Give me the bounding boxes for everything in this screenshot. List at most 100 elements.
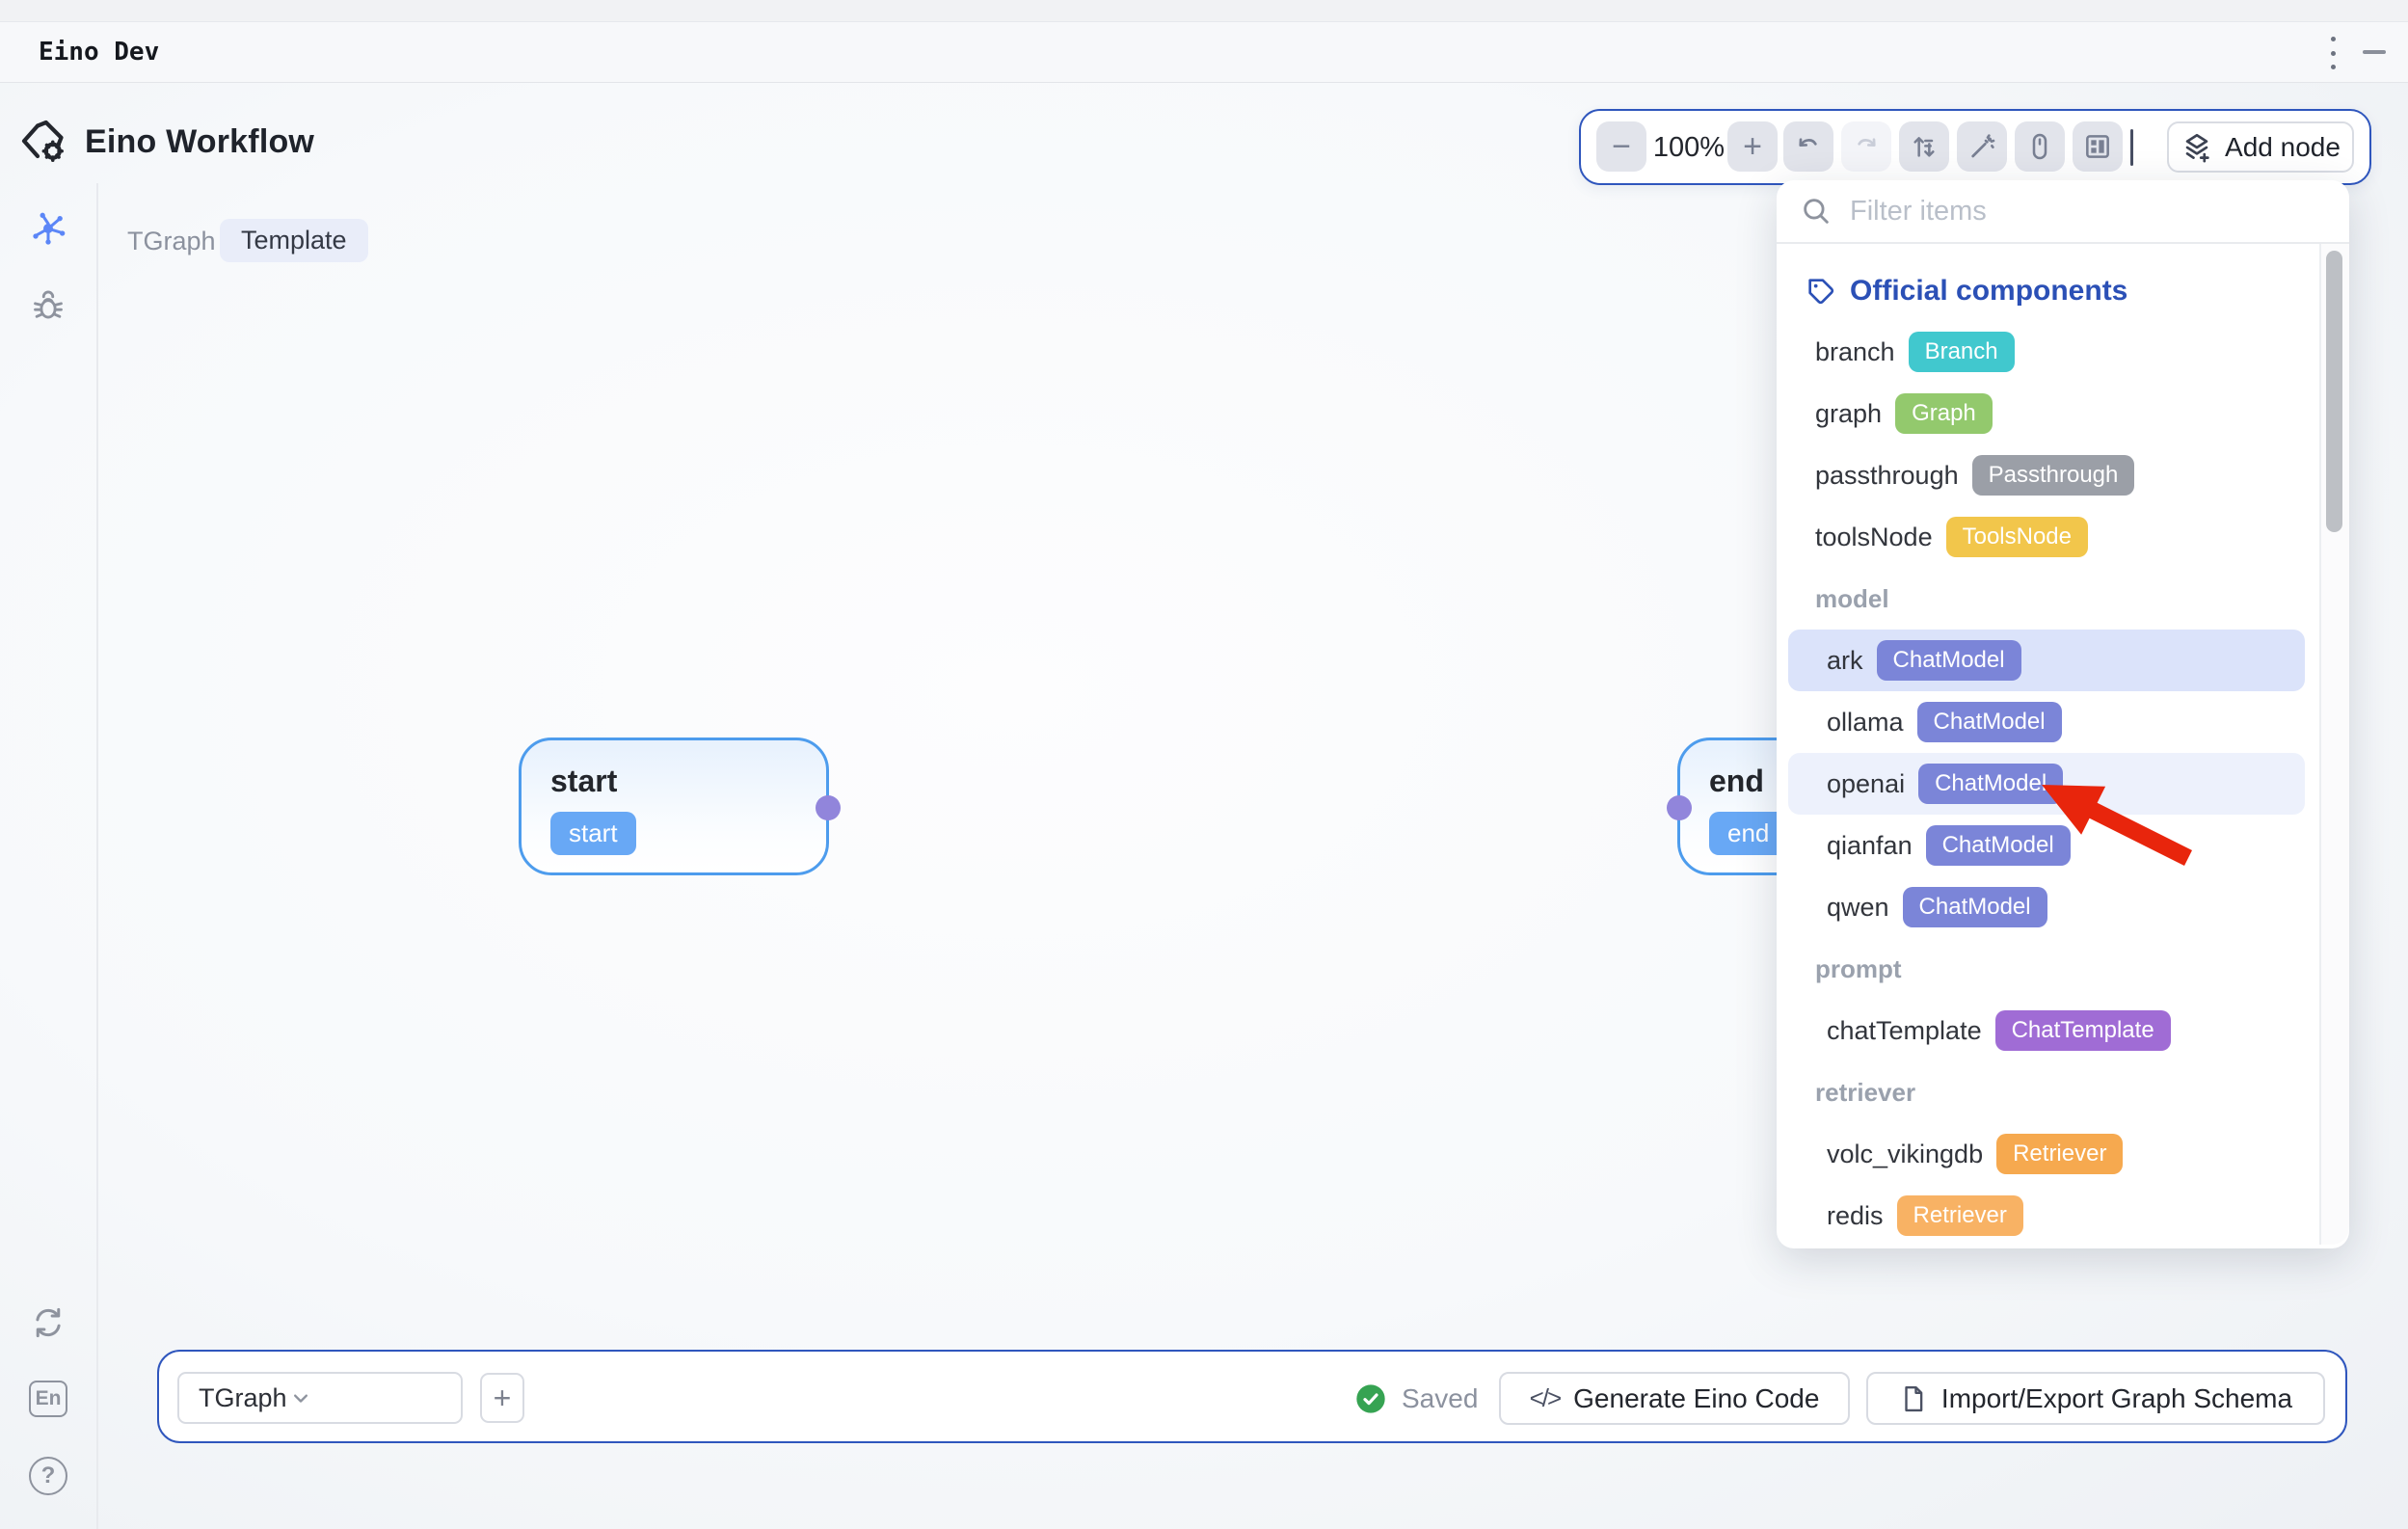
component-item-qianfan[interactable]: qianfan ChatModel xyxy=(1788,815,2305,876)
zoom-in-button[interactable]: + xyxy=(1727,121,1778,172)
component-label: chatTemplate xyxy=(1827,1016,1982,1046)
zoom-out-button[interactable]: − xyxy=(1596,121,1646,172)
component-label: toolsNode xyxy=(1815,523,1933,552)
saved-label: Saved xyxy=(1402,1383,1478,1414)
component-type-badge: Retriever xyxy=(1996,1134,2123,1174)
component-type-badge: ChatModel xyxy=(1877,640,2021,681)
component-label: passthrough xyxy=(1815,461,1959,491)
sidebar-item-refresh[interactable] xyxy=(27,1301,69,1344)
component-type-badge: Graph xyxy=(1895,393,1993,434)
toolbar-divider xyxy=(2130,129,2133,166)
component-item-volc_vikingdb[interactable]: volc_vikingdb Retriever xyxy=(1788,1123,2305,1185)
graph-select-value: TGraph xyxy=(199,1383,287,1413)
saved-check-icon xyxy=(1355,1383,1386,1414)
kebab-menu-icon[interactable] xyxy=(2325,37,2341,69)
language-en-icon: En xyxy=(29,1381,67,1417)
search-icon xyxy=(1800,195,1833,228)
component-label: ark xyxy=(1827,646,1863,676)
component-item-toolsNode[interactable]: toolsNode ToolsNode xyxy=(1788,506,2305,568)
sidebar-divider xyxy=(96,183,98,1529)
component-type-badge: ChatTemplate xyxy=(1995,1010,2171,1051)
section-label-prompt: prompt xyxy=(1777,938,2320,1000)
panel-scrollbar-track[interactable] xyxy=(2319,244,2349,1245)
component-label: openai xyxy=(1827,769,1905,799)
bottom-status-bar: TGraph + Saved </> Generate Eino Code Im… xyxy=(157,1350,2347,1443)
window-title: Eino Dev xyxy=(39,38,159,67)
node-title: end xyxy=(1709,764,1764,799)
sidebar-item-language[interactable]: En xyxy=(27,1378,69,1420)
page-title: Eino Workflow xyxy=(85,123,314,161)
official-components-header: Official components xyxy=(1777,261,2320,321)
component-item-passthrough[interactable]: passthrough Passthrough xyxy=(1788,444,2305,506)
component-item-ollama[interactable]: ollama ChatModel xyxy=(1788,691,2305,753)
add-node-panel: Official components branchBranch graph Gra… xyxy=(1777,180,2349,1248)
window-top-strip xyxy=(0,0,2408,22)
add-node-label: Add node xyxy=(2225,132,2341,163)
graph-select[interactable]: TGraph xyxy=(177,1372,463,1424)
chevron-down-icon xyxy=(287,1384,314,1411)
component-type-badge: ChatModel xyxy=(1917,702,2062,742)
component-item-graph[interactable]: graph Graph xyxy=(1788,383,2305,444)
component-label: qianfan xyxy=(1827,831,1913,861)
bug-icon xyxy=(30,288,67,325)
component-label: redis xyxy=(1827,1201,1884,1231)
tag-icon xyxy=(1806,276,1836,307)
component-type-badge: ChatModel xyxy=(1926,825,2071,866)
component-list: Official components branchBranch graph Gra… xyxy=(1777,244,2320,1245)
node-chip: start xyxy=(550,812,636,855)
filter-search-bar xyxy=(1777,180,2349,244)
component-type-badge: Passthrough xyxy=(1972,455,2135,496)
undo-button[interactable] xyxy=(1783,121,1833,172)
component-label: qwen xyxy=(1827,893,1889,923)
section-label-model: model xyxy=(1777,568,2320,630)
saved-status: Saved xyxy=(1355,1352,1478,1445)
component-item-chatTemplate[interactable]: chatTemplate ChatTemplate xyxy=(1788,1000,2305,1061)
panel-scrollbar-thumb[interactable] xyxy=(2326,251,2342,532)
node-output-port[interactable] xyxy=(816,795,841,820)
zoom-level: 100% xyxy=(1652,132,1726,164)
component-type-badge: Branch xyxy=(1909,332,2015,372)
component-type-badge: Retriever xyxy=(1897,1195,2023,1236)
help-icon: ? xyxy=(29,1457,67,1495)
add-node-button[interactable]: Add node xyxy=(2167,121,2354,173)
component-item-qwen[interactable]: qwen ChatModel xyxy=(1788,876,2305,938)
sidebar-item-graph[interactable] xyxy=(27,207,69,250)
network-graph-icon xyxy=(29,209,67,248)
add-graph-button[interactable]: + xyxy=(480,1373,524,1423)
official-components-label: Official components xyxy=(1850,275,2127,308)
component-type-badge: ChatModel xyxy=(1903,887,2047,927)
component-item-branch[interactable]: branchBranch xyxy=(1788,321,2305,383)
component-item-ark[interactable]: ark ChatModel xyxy=(1788,630,2305,691)
minimap-icon[interactable] xyxy=(2073,121,2123,172)
component-item-openai[interactable]: openai ChatModel xyxy=(1788,753,2305,815)
component-type-badge: ChatModel xyxy=(1918,764,2063,804)
sidebar-item-help[interactable]: ? xyxy=(27,1455,69,1497)
node-start[interactable]: start start xyxy=(519,738,829,875)
component-label: graph xyxy=(1815,399,1882,429)
auto-layout-icon[interactable] xyxy=(1899,121,1949,172)
import-export-schema-button[interactable]: Import/Export Graph Schema xyxy=(1866,1372,2325,1425)
sidebar-item-debug[interactable] xyxy=(27,285,69,328)
node-input-port[interactable] xyxy=(1667,795,1692,820)
tab-tgraph[interactable]: TGraph xyxy=(114,220,229,262)
refresh-icon xyxy=(30,1304,67,1341)
import-export-label: Import/Export Graph Schema xyxy=(1941,1383,2292,1414)
redo-button[interactable] xyxy=(1841,121,1891,172)
component-item-redis[interactable]: redis Retriever xyxy=(1788,1185,2305,1245)
component-label: volc_vikingdb xyxy=(1827,1140,1983,1169)
filter-items-input[interactable] xyxy=(1848,195,2257,228)
section-label-retriever: retriever xyxy=(1777,1061,2320,1123)
component-type-badge: ToolsNode xyxy=(1946,517,2088,557)
layers-plus-icon xyxy=(2181,131,2213,164)
generate-eino-code-button[interactable]: </> Generate Eino Code xyxy=(1499,1372,1850,1425)
component-label: ollama xyxy=(1827,708,1904,738)
canvas-toolbar: − 100% + xyxy=(1579,109,2371,185)
node-title: start xyxy=(550,764,617,799)
magic-wand-icon[interactable] xyxy=(1957,121,2007,172)
window-title-bar: Eino Dev xyxy=(0,22,2408,83)
code-icon: </> xyxy=(1530,1383,1561,1413)
eino-logo-icon xyxy=(17,116,71,170)
minimize-icon[interactable] xyxy=(2363,50,2386,54)
mouse-mode-icon[interactable] xyxy=(2015,121,2065,172)
tab-template[interactable]: Template xyxy=(220,219,368,262)
